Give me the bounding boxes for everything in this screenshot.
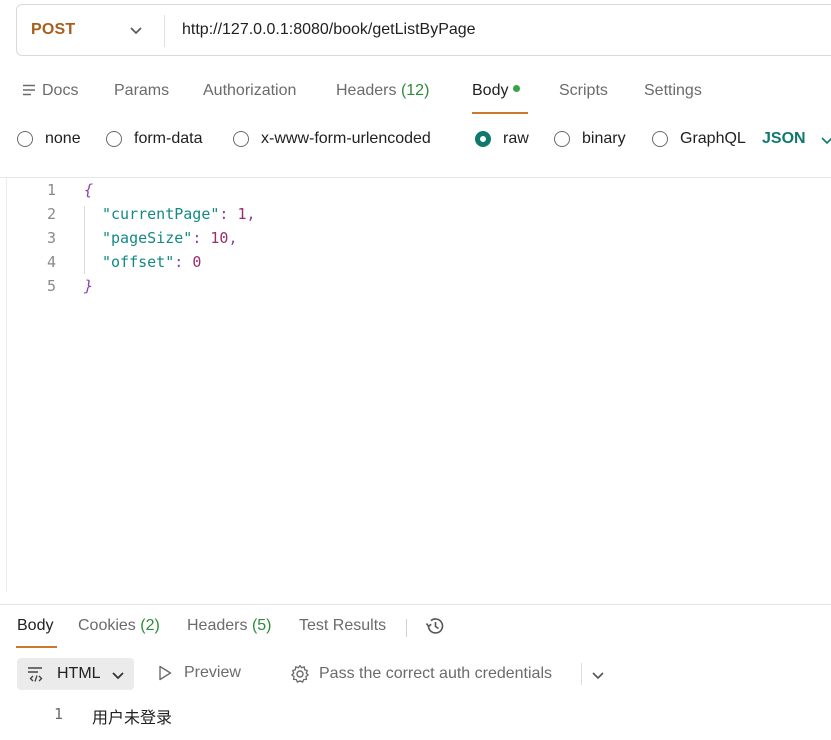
divider (164, 15, 165, 47)
tab-settings[interactable]: Settings (644, 82, 702, 100)
request-url-bar: POST http://127.0.0.1:8080/book/getListB… (16, 4, 831, 56)
code-line[interactable]: { (84, 181, 93, 199)
preview-button[interactable]: Preview (158, 664, 241, 682)
gear-icon (291, 664, 309, 683)
divider (406, 619, 407, 637)
tab-params[interactable]: Params (114, 82, 169, 100)
json-colon: : (219, 205, 238, 223)
chevron-down-icon (112, 672, 124, 680)
option-raw[interactable]: raw (475, 130, 529, 148)
close-brace: } (84, 277, 94, 295)
tab-authorization[interactable]: Authorization (203, 82, 296, 100)
response-format-select[interactable]: HTML (17, 658, 134, 690)
line-number: 4 (46, 253, 56, 271)
chevron-down-icon[interactable] (820, 133, 831, 147)
json-key: "offset" (102, 253, 175, 271)
radio-icon[interactable] (233, 131, 249, 147)
option-label: raw (503, 130, 529, 147)
response-tab-headers[interactable]: Headers (5) (187, 617, 272, 635)
tab-docs[interactable]: Docs (22, 82, 78, 100)
history-icon[interactable] (424, 615, 446, 637)
tab-body[interactable]: Body (472, 82, 521, 100)
cookies-count: (2) (140, 617, 160, 634)
raw-format-select[interactable]: JSON (762, 130, 806, 148)
json-key: "currentPage" (102, 205, 220, 223)
json-key: "pageSize" (102, 229, 193, 247)
open-brace: { (84, 181, 94, 199)
json-comma: , (228, 229, 238, 247)
option-label: x-www-form-urlencoded (261, 130, 431, 147)
line-number: 1 (46, 181, 56, 199)
modified-dot-icon (513, 85, 521, 93)
option-label: binary (582, 130, 626, 147)
response-tab-test-results[interactable]: Test Results (299, 617, 386, 635)
json-value: 0 (192, 253, 202, 271)
radio-checked-icon[interactable] (475, 131, 491, 147)
auth-hint-button[interactable]: Pass the correct auth credentials (290, 664, 552, 684)
code-line[interactable]: } (84, 277, 93, 295)
tab-label: Headers (187, 617, 248, 634)
radio-icon[interactable] (652, 131, 668, 147)
tab-label: Headers (336, 82, 397, 99)
indent-guide (84, 206, 85, 274)
method-select[interactable]: POST (31, 21, 75, 39)
option-label: none (45, 130, 81, 147)
editor-border (0, 177, 831, 178)
code-wrap-icon (28, 667, 43, 682)
option-label: GraphQL (680, 130, 746, 147)
radio-icon[interactable] (106, 131, 122, 147)
radio-icon[interactable] (17, 131, 33, 147)
format-label: HTML (57, 665, 101, 682)
response-divider (0, 604, 831, 605)
url-input[interactable]: http://127.0.0.1:8080/book/getListByPage (182, 21, 476, 39)
active-tab-indicator (472, 112, 528, 114)
radio-icon[interactable] (554, 131, 570, 147)
tab-label: Docs (42, 82, 79, 99)
code-line[interactable]: "offset": 0 (102, 253, 201, 271)
headers-count: (5) (251, 617, 272, 634)
chevron-down-icon[interactable] (591, 668, 605, 682)
response-tab-cookies[interactable]: Cookies (2) (78, 617, 160, 635)
code-line[interactable]: "currentPage": 1, (102, 205, 256, 223)
json-colon: : (174, 253, 193, 271)
json-comma: , (246, 205, 256, 223)
option-none[interactable]: none (17, 130, 81, 148)
body-type-options: none form-data x-www-form-urlencoded raw… (0, 126, 831, 156)
tab-label: Cookies (78, 617, 136, 634)
option-x-www-form-urlencoded[interactable]: x-www-form-urlencoded (233, 130, 431, 148)
tab-headers[interactable]: Headers (12) (336, 82, 429, 100)
headers-count: (12) (400, 82, 430, 99)
line-number: 5 (46, 277, 56, 295)
auth-hint-label: Pass the correct auth credentials (319, 665, 553, 682)
response-tab-body[interactable]: Body (17, 617, 53, 635)
option-label: form-data (134, 130, 203, 147)
option-binary[interactable]: binary (554, 130, 626, 148)
docs-icon (23, 84, 35, 96)
tab-label: Body (472, 82, 509, 99)
json-value: 10 (210, 229, 229, 247)
active-tab-indicator (16, 646, 57, 648)
preview-label: Preview (184, 664, 241, 681)
chevron-down-icon[interactable] (129, 23, 143, 37)
tab-scripts[interactable]: Scripts (559, 82, 608, 100)
line-number: 1 (54, 705, 64, 723)
request-tabs: Docs Params Authorization Headers (12) B… (0, 80, 831, 116)
line-number: 3 (46, 229, 56, 247)
line-number: 2 (46, 205, 56, 223)
editor-border (6, 177, 7, 592)
option-form-data[interactable]: form-data (106, 130, 202, 148)
option-graphql[interactable]: GraphQL (652, 130, 746, 148)
response-body-text: 用户未登录 (92, 708, 173, 727)
divider (581, 663, 582, 685)
json-colon: : (192, 229, 211, 247)
play-icon (159, 665, 172, 681)
code-line[interactable]: "pageSize": 10, (102, 229, 237, 247)
json-value: 1 (237, 205, 247, 223)
